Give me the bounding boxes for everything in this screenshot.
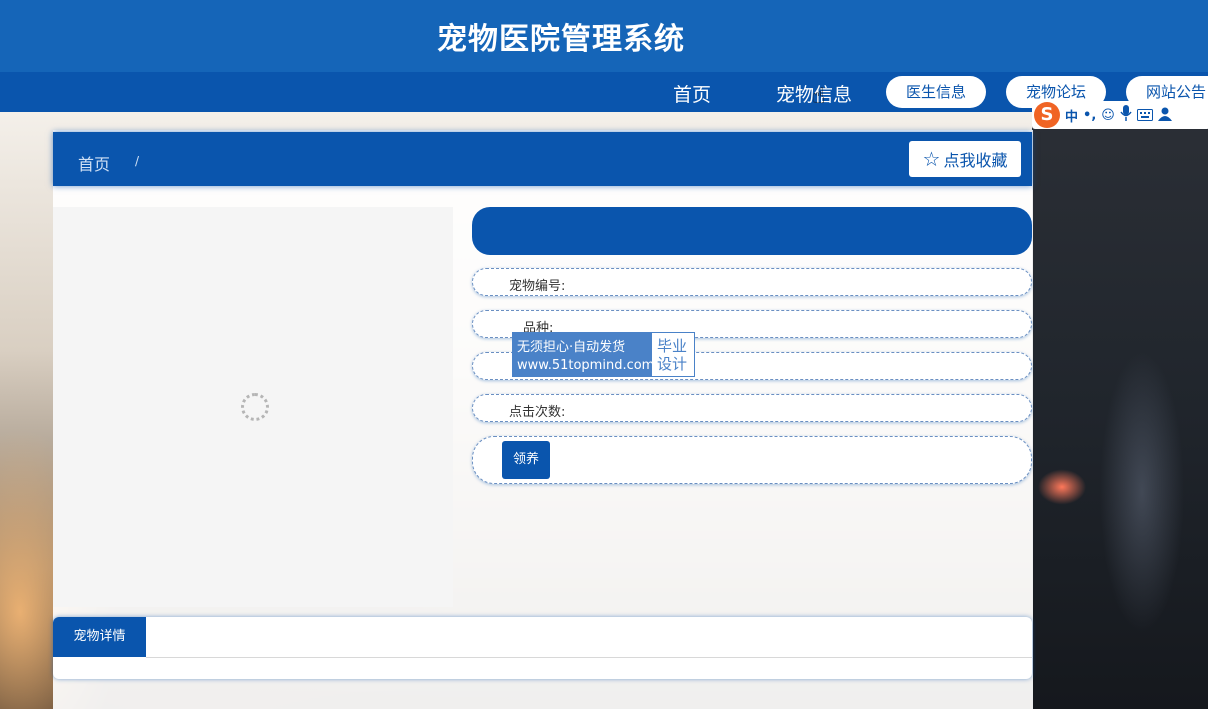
background-image-right (1032, 112, 1208, 709)
nav-bar: 首页 宠物信息 医生信息 宠物论坛 网站公告 (0, 72, 1208, 112)
ime-toolbar[interactable]: S 中 •, ☺ (1032, 101, 1208, 129)
site-title: 宠物医院管理系统 (437, 22, 685, 57)
clicks-row: 点击次数: (472, 394, 1032, 422)
pet-name-bar (472, 207, 1032, 255)
mic-icon[interactable] (1120, 105, 1132, 125)
nav-item-doctor-info[interactable]: 医生信息 (886, 76, 986, 108)
breadcrumb-separator: / (135, 154, 140, 168)
emoji-icon[interactable]: ☺ (1101, 108, 1115, 123)
pet-number-row: 宠物编号: (472, 268, 1032, 296)
pet-image-placeholder (53, 207, 453, 607)
watermark-right: 毕业 设计 (652, 333, 694, 376)
user-icon[interactable] (1157, 106, 1172, 125)
watermark-left: 无须担心·自动发货 www.51topmind.com (513, 333, 655, 376)
adopt-button[interactable]: 领养 (502, 441, 550, 479)
breadcrumb: 首页 / ☆ 点我收藏 (53, 132, 1032, 186)
watermark-url: www.51topmind.com (517, 358, 655, 373)
detail-panel: 宠物详情 (53, 617, 1032, 679)
ime-chinese-mode[interactable]: 中 (1065, 106, 1078, 125)
ime-punctuation[interactable]: •, (1083, 108, 1096, 123)
divider (146, 657, 1032, 658)
watermark-right1: 毕业 (657, 336, 688, 355)
nav-item-home[interactable]: 首页 (673, 80, 711, 107)
loading-spinner-icon (241, 393, 269, 421)
favorite-button[interactable]: ☆ 点我收藏 (909, 141, 1021, 177)
sogou-logo-icon[interactable]: S (1034, 102, 1060, 128)
site-header: 宠物医院管理系统 (0, 0, 1208, 72)
hand-cursor-icon: ☝ (812, 84, 826, 109)
watermark-right2: 设计 (657, 354, 688, 373)
action-row: 领养 (472, 436, 1032, 484)
pet-number-label: 宠物编号: (509, 279, 566, 294)
watermark-line1: 无须担心·自动发货 (517, 340, 626, 355)
tab-pet-details[interactable]: 宠物详情 (53, 617, 146, 657)
star-icon: ☆ (922, 147, 941, 171)
watermark-badge: 无须担心·自动发货 www.51topmind.com 毕业 设计 (512, 332, 695, 377)
keyboard-icon[interactable] (1136, 106, 1153, 125)
favorite-label: 点我收藏 (943, 151, 1008, 170)
clicks-label: 点击次数: (509, 405, 566, 420)
breadcrumb-home[interactable]: 首页 (78, 151, 110, 175)
